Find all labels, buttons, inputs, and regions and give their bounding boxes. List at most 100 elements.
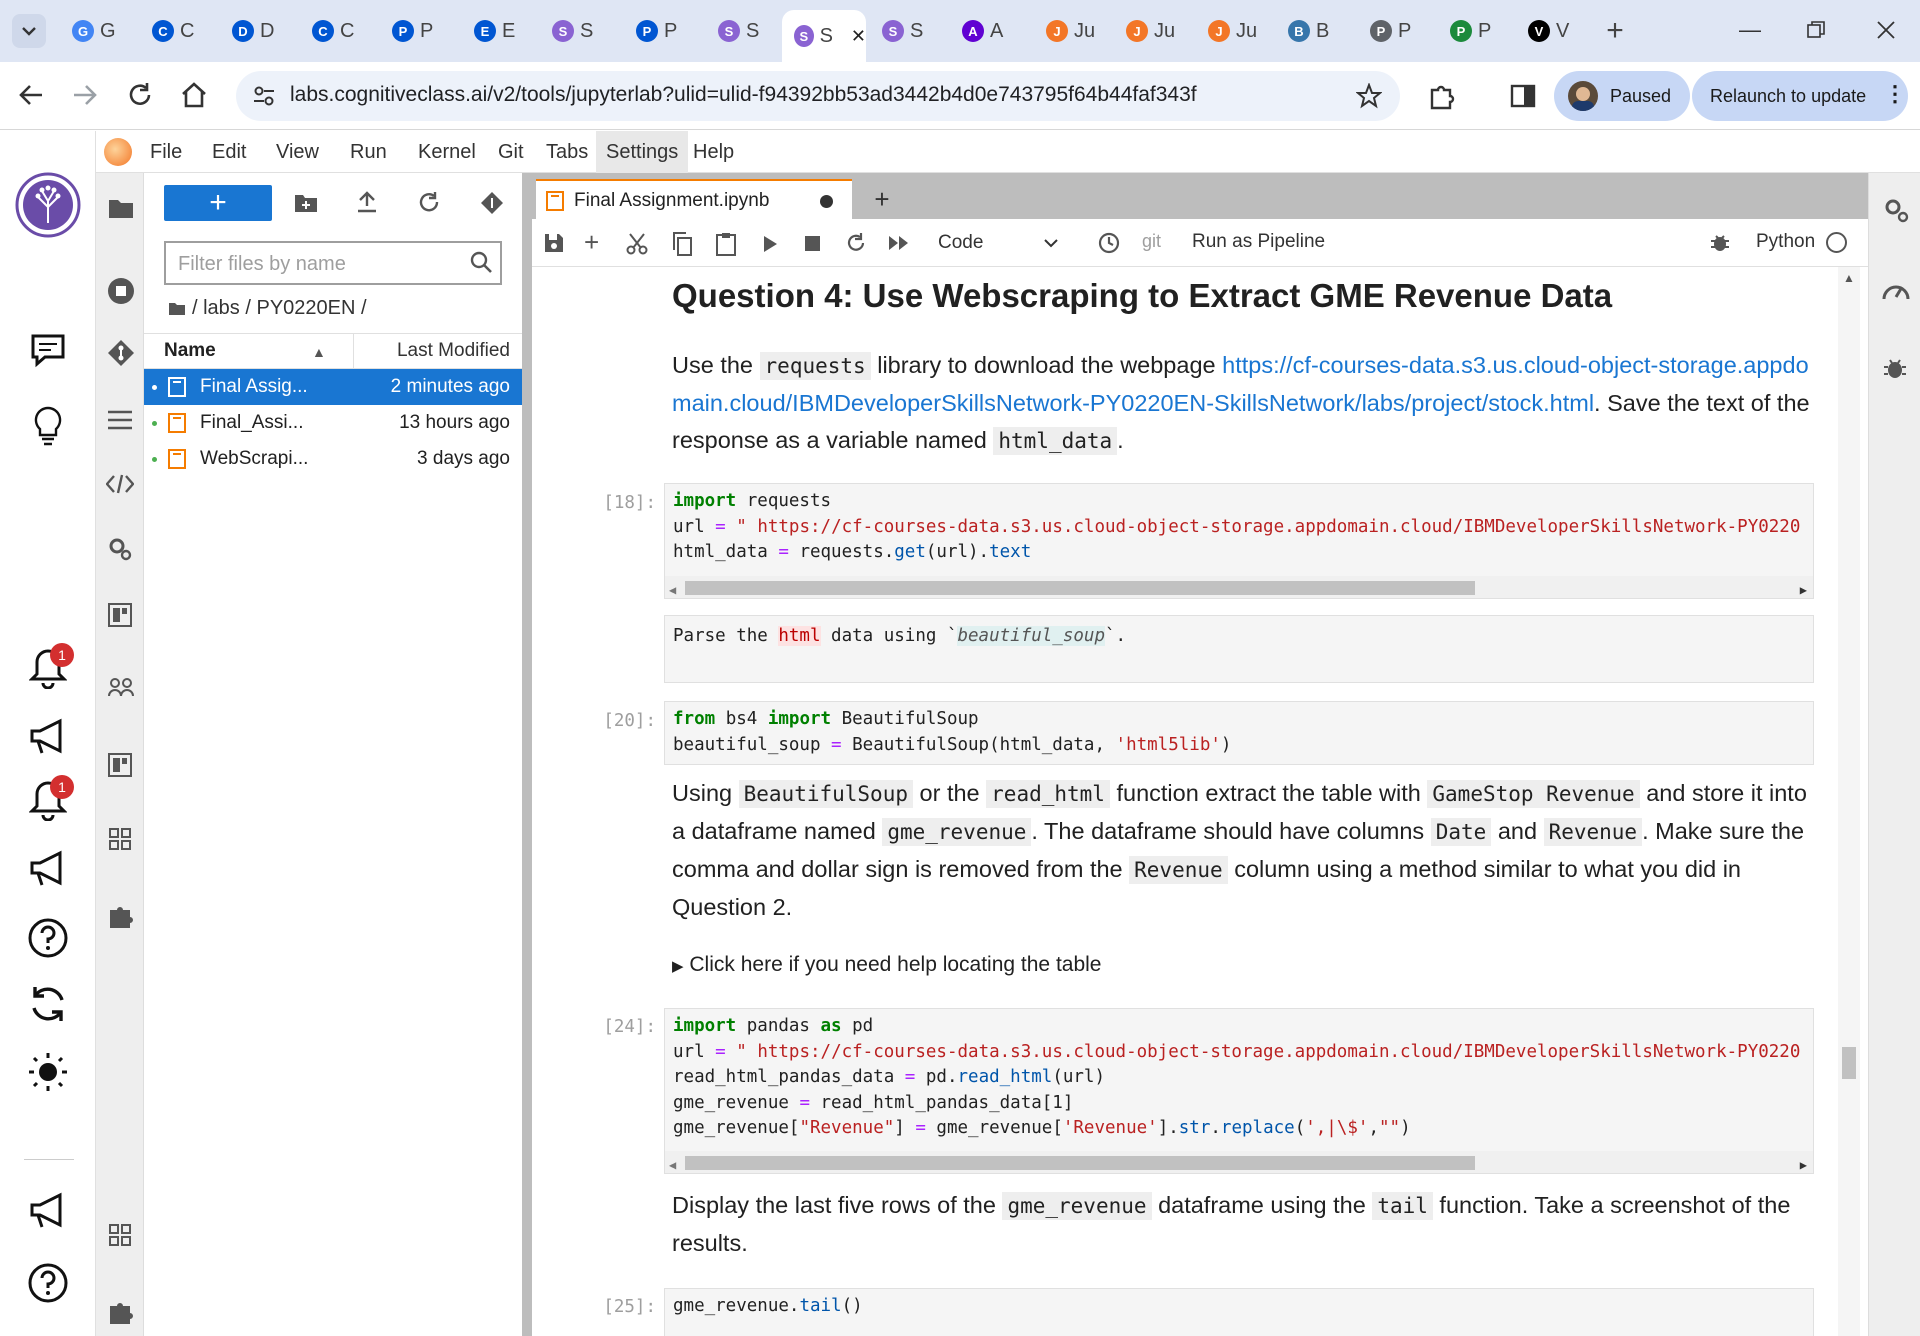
browser-tab[interactable]: J Ju [1196, 10, 1272, 52]
cell-type-select[interactable]: Code [934, 227, 1064, 259]
relaunch-button[interactable]: Relaunch to update ⋮ [1692, 71, 1908, 121]
upload-button[interactable] [356, 191, 378, 213]
browser-tab[interactable]: VV [1516, 10, 1592, 52]
menu-settings[interactable]: Settings [596, 131, 689, 173]
extension-tab-4[interactable] [108, 827, 132, 851]
hint-button[interactable] [0, 405, 96, 447]
code-cell-24[interactable]: import pandas as pd url = " https://cf-co… [664, 1008, 1814, 1174]
notifications-button-1[interactable]: 1 [0, 643, 96, 689]
filter-files-input[interactable]: Filter files by name [164, 241, 502, 285]
property-inspector-button[interactable] [1883, 197, 1911, 225]
code-cell-18[interactable]: import requests url = " https://cf-course… [664, 483, 1814, 599]
help-button-2[interactable] [0, 1262, 96, 1304]
browser-tab[interactable]: PP [1358, 10, 1434, 52]
menu-help[interactable]: Help [683, 131, 744, 173]
running-tab[interactable] [107, 277, 135, 305]
code-snippets-tab[interactable] [106, 473, 134, 495]
code-cell-25[interactable]: gme_revenue.tail() [664, 1288, 1814, 1336]
browser-tab[interactable]: SS [706, 10, 782, 52]
site-info-icon[interactable] [252, 84, 276, 108]
skills-network-logo[interactable] [0, 171, 96, 239]
browser-tab[interactable]: BB [1276, 10, 1352, 52]
announcements-button-1[interactable] [0, 717, 96, 757]
property-inspector-tab[interactable] [106, 535, 134, 563]
panel-splitter[interactable] [522, 173, 532, 1336]
theme-toggle-button[interactable] [0, 1051, 96, 1093]
unsaved-dot-icon[interactable] [820, 195, 833, 208]
menu-run[interactable]: Run [340, 131, 397, 173]
code-cell-20[interactable]: from bs4 import BeautifulSoup beautiful_s… [664, 701, 1814, 765]
profile-button[interactable]: Paused [1554, 71, 1690, 121]
extension-manager-tab-2[interactable] [108, 1299, 134, 1325]
browser-tab[interactable]: PP [1438, 10, 1514, 52]
details-toggle[interactable]: ▶ Click here if you need help locating t… [672, 953, 1102, 977]
breadcrumb[interactable]: / labs / PY0220EN / [168, 297, 367, 320]
reload-button[interactable] [127, 82, 153, 108]
browser-tab[interactable]: J Ju [1034, 10, 1110, 52]
menu-view[interactable]: View [266, 131, 329, 173]
tab-search-button[interactable] [12, 14, 46, 48]
run-button[interactable] [762, 235, 778, 253]
extension-tab-5[interactable] [108, 1223, 132, 1247]
minimize-button[interactable]: — [1730, 12, 1770, 48]
home-button[interactable] [180, 81, 208, 109]
browser-tab[interactable]: J Ju [1114, 10, 1190, 52]
extension-tab-3[interactable] [108, 753, 132, 777]
browser-tab[interactable]: S S ✕ [782, 10, 866, 62]
new-folder-button[interactable] [294, 193, 318, 213]
extension-tab-2[interactable] [108, 677, 134, 697]
file-row[interactable]: WebScrapi... 3 days ago [144, 441, 522, 477]
modified-column-header[interactable]: Last Modified [397, 340, 510, 362]
back-button[interactable] [18, 82, 44, 108]
help-button[interactable] [0, 917, 96, 959]
notifications-button-2[interactable]: 1 [0, 775, 96, 821]
save-button[interactable] [544, 233, 564, 253]
address-bar[interactable]: labs.cognitiveclass.ai/v2/tools/jupyterl… [236, 71, 1400, 121]
browser-tab[interactable]: CC [140, 10, 216, 52]
debugger-button[interactable] [1710, 233, 1730, 253]
browser-tab[interactable]: CC [300, 10, 376, 52]
git-label[interactable]: git [1142, 231, 1161, 252]
close-tab-icon[interactable]: ✕ [851, 26, 866, 47]
side-panel-button[interactable] [1510, 83, 1536, 109]
run-all-button[interactable] [888, 235, 910, 251]
toc-tab[interactable] [107, 409, 133, 431]
copy-button[interactable] [672, 232, 692, 256]
extensions-button[interactable] [1428, 82, 1456, 110]
extension-manager-tab[interactable] [108, 903, 134, 929]
chat-button[interactable] [0, 331, 96, 369]
new-tab-button[interactable]: + [1598, 14, 1632, 48]
paste-button[interactable] [716, 232, 736, 256]
resource-usage-button[interactable] [1881, 277, 1911, 303]
debugger-panel-button[interactable] [1883, 357, 1907, 381]
markdown-edit-cell[interactable]: Parse the html data using `beautiful_sou… [664, 615, 1814, 683]
browser-tab[interactable]: EE [462, 10, 538, 52]
announcements-button-3[interactable] [0, 1191, 96, 1231]
restart-button[interactable] [846, 233, 866, 253]
menu-kernel[interactable]: Kernel [408, 131, 486, 173]
git-clone-button[interactable] [480, 191, 504, 215]
menu-file[interactable]: File [140, 131, 192, 173]
notebook-tab[interactable]: Final Assignment.ipynb [536, 179, 852, 219]
kernel-name[interactable]: Python [1756, 231, 1815, 253]
file-browser-tab[interactable] [108, 197, 134, 219]
vertical-scrollbar[interactable]: ▲ [1838, 267, 1860, 1336]
horizontal-scrollbar[interactable]: ◀ ▶ [665, 576, 1813, 598]
file-row[interactable]: Final_Assi... 13 hours ago [144, 405, 522, 441]
insert-cell-button[interactable]: + [584, 227, 599, 258]
name-column-header[interactable]: Name [164, 340, 216, 362]
browser-tab[interactable]: PP [380, 10, 456, 52]
file-row[interactable]: Final Assig... 2 minutes ago [144, 369, 522, 405]
forward-button[interactable] [72, 82, 98, 108]
browser-tab[interactable]: DD [220, 10, 296, 52]
browser-tab[interactable]: SS [870, 10, 946, 52]
browser-tab[interactable]: SS [540, 10, 616, 52]
star-icon[interactable] [1356, 83, 1382, 109]
horizontal-scrollbar[interactable]: ◀ ▶ [665, 1151, 1813, 1173]
restore-button[interactable] [1796, 12, 1836, 48]
add-tab-button[interactable]: + [862, 179, 902, 219]
stop-icon[interactable] [805, 236, 820, 251]
menu-edit[interactable]: Edit [202, 131, 256, 173]
announcements-button-2[interactable] [0, 849, 96, 889]
sync-button[interactable] [0, 983, 96, 1025]
